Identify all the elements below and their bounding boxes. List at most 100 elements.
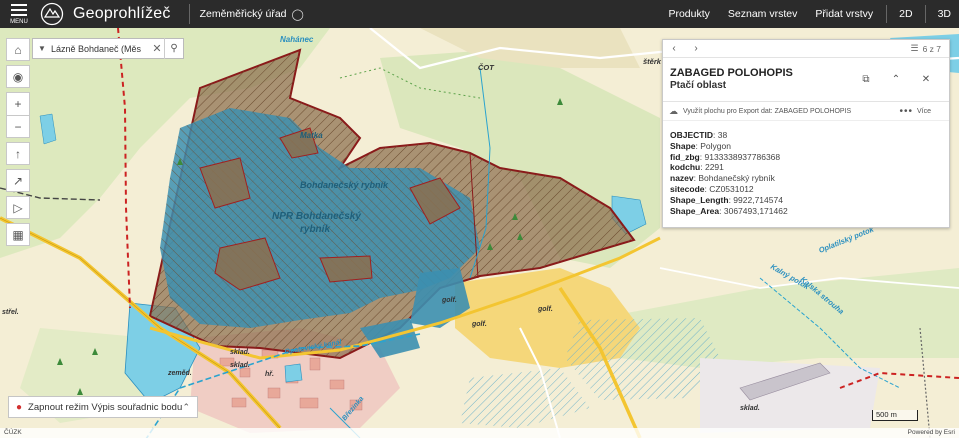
label-golf-1: golf. [471,321,487,328]
attribute-row: Shape_Length: 9922,714574 [670,194,783,205]
chevron-up-icon[interactable]: ⌃ [182,402,190,413]
popup-pager: ‹ › ☰ 6 z 7 [663,40,949,58]
feature-list-button[interactable]: ☰ 6 z 7 [910,43,941,54]
zoom-in-button[interactable]: + [6,92,30,115]
attribute-row: sitecode: CZ0531012 [670,183,754,194]
label-zemed: zeměd. [167,370,192,377]
attribute-key: OBJECTID [670,130,713,140]
attribute-value: 9922,714574 [733,194,783,205]
search-box: ▼ Lázně Bohdaneč (Měs ✕ ⚲ [32,38,184,59]
label-golf-3: golf. [441,297,457,304]
label-nahanec: Nahánec [280,35,314,44]
close-icon[interactable]: ✕ [911,74,941,85]
collapse-icon[interactable]: ⌃ [881,74,911,85]
attribute-key: sitecode [670,183,705,194]
attribute-row: Shape: Polygon [670,140,731,151]
attribute-key: Shape_Area [670,205,720,216]
attribute-value: CZ0531012 [709,183,754,194]
coordinate-mode-label: Zapnout režim Výpis souřadnic bodu [28,401,183,413]
attribution-source: ČÚZK [4,429,22,436]
scale-bar: 500 m [872,410,918,421]
attribute-value: 2291 [704,162,724,173]
locate-icon: ◉ [12,69,24,84]
attribute-row: OBJECTID: 38 [670,130,728,140]
agency-name[interactable]: Zeměměřický úřad [200,8,287,20]
attribute-row: fid_zbg: 9133338937786368 [670,151,781,162]
attribute-value: 9133338937786368 [704,151,781,162]
feature-counter: 6 z 7 [922,43,941,54]
attribute-value: Bohdanečský rybník [698,173,775,184]
zoom-out-button[interactable]: − [6,115,30,138]
menu-button[interactable]: MENU [0,0,38,28]
menu-label: MENU [10,18,28,25]
attribution-bar: ČÚZK Powered by Esri [0,428,959,438]
export-icon: ↗ [12,173,24,188]
attribute-value: 3067493,171462 [723,205,788,216]
list-icon: ☰ [910,43,919,53]
app-header: MENU Geoprohlížeč Zeměměřický úřad ◯ Pro… [0,0,959,28]
search-button[interactable]: ⚲ [164,38,183,59]
export-button[interactable]: ↗ [6,169,30,192]
search-input[interactable]: Lázně Bohdaneč (Měs [51,44,150,54]
export-area-icon: ☁ [669,105,678,116]
label-golf-2: golf. [537,306,553,313]
label-reserve-2: rybník [300,224,330,235]
attribute-key: Shape_Length [670,194,729,205]
label-sklad-1: sklad. [230,349,250,356]
chevron-right-icon[interactable]: › [685,43,707,54]
chevron-left-icon[interactable]: ‹ [663,43,685,54]
view-3d-button[interactable]: 3D [930,8,959,20]
label-hr: hř. [265,371,274,378]
nav-pridat-vrstvy[interactable]: Přidat vrstvy [806,8,882,20]
label-strel: střel. [2,309,19,316]
label-sklad-3: sklad. [740,405,760,412]
popup-actions: ☁ Využít plochu pro Export dat: ZABAGED … [663,102,949,121]
app-title: Geoprohlížeč [73,5,171,22]
location-pin-icon: ● [16,401,23,413]
export-area-action[interactable]: Využít plochu pro Export dat: ZABAGED PO… [683,108,851,115]
pond-small [284,363,303,383]
attribute-value: 38 [717,130,728,140]
header-nav: Produkty Seznam vrstev Přidat vrstvy 2D … [659,0,959,28]
feature-popup: ‹ › ☰ 6 z 7 ZABAGED POLOHOPIS Ptačí obla… [662,39,950,228]
zoom-in-icon: + [14,97,22,111]
attribute-value: Polygon [700,140,731,151]
more-button[interactable]: ••• Více [899,106,931,117]
measure-icon: ▦ [12,227,24,242]
home-icon: ⌂ [14,42,22,57]
coordinate-mode-toggle[interactable]: ● Zapnout režim Výpis souřadnic bodu ⌃ [8,396,198,418]
label-matka: Matka [300,131,323,140]
nav-produkty[interactable]: Produkty [659,8,718,20]
label-pond-main: Bohdanečský rybník [300,180,389,190]
logo-icon[interactable] [40,2,64,26]
attribute-key: kodchu [670,162,701,173]
nav-seznam-vrstev[interactable]: Seznam vrstev [719,8,806,20]
lightbulb-icon[interactable]: ◯ [292,8,304,21]
close-icon[interactable]: ✕ [150,42,164,55]
industrial-area [700,358,880,433]
label-cot: ČOT [478,63,495,72]
home-button[interactable]: ⌂ [6,38,30,61]
compass-button[interactable]: ↑ [6,142,30,165]
measure-button[interactable]: ▦ [6,223,30,246]
nav-divider [924,5,926,23]
menu-icon-bar [11,14,27,16]
label-sklad-2: sklad. [230,362,250,369]
compass-icon: ↑ [15,146,21,161]
attribute-list: OBJECTID: 38 Shape: Polygon fid_zbg: 913… [663,121,949,225]
powered-by[interactable]: Powered by Esri [908,428,955,438]
header-divider [188,4,190,24]
dock-icon[interactable]: ⧉ [851,74,881,85]
locate-button[interactable]: ◉ [6,65,30,88]
menu-icon-bar [11,9,27,11]
more-label: Více [916,107,931,115]
megaphone-icon: ▷ [13,200,23,215]
megaphone-button[interactable]: ▷ [6,196,30,219]
popup-header: ZABAGED POLOHOPIS Ptačí oblast ⧉ ⌃ ✕ [663,58,949,102]
map-toolbar: ⌂ ◉ + − ↑ ↗ ▷ ▦ [6,38,30,250]
chevron-down-icon[interactable]: ▼ [33,44,51,53]
view-2d-button[interactable]: 2D [891,8,920,20]
nav-divider [886,5,888,23]
attribute-row: Shape_Area: 3067493,171462 [670,205,788,216]
more-icon: ••• [899,105,913,117]
